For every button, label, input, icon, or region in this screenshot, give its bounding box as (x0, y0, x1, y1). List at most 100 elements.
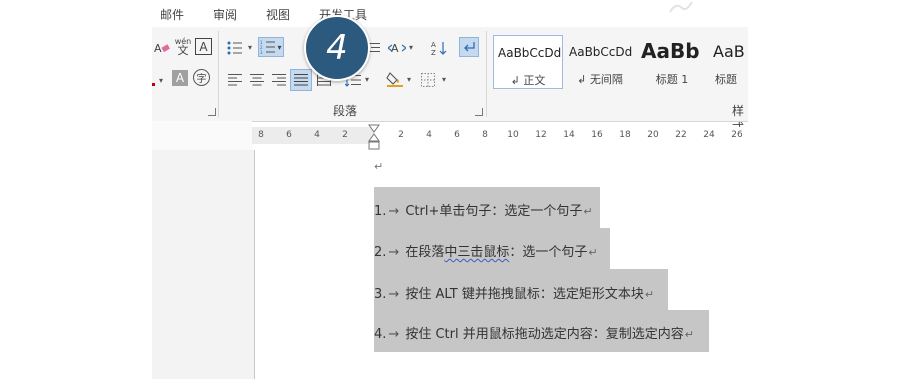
enclose-characters-icon[interactable]: 字 (193, 69, 210, 86)
ruler-tick-label: 14 (563, 130, 575, 140)
grammar-squiggle-text: 中三击鼠标 (444, 245, 510, 260)
paragraph-mark: ↵ (644, 288, 655, 301)
shading-bucket-icon[interactable] (385, 69, 405, 89)
tab-view[interactable]: 视图 (266, 6, 290, 23)
paragraph-mark: ↵ (684, 328, 694, 341)
numbering-dropdown-icon[interactable]: ▾ (277, 43, 281, 52)
enclose-label: 字 (196, 74, 207, 85)
svg-text:3: 3 (260, 50, 263, 54)
paragraph-mark: ↵ (588, 246, 598, 259)
borders-dropdown-icon[interactable]: ▾ (442, 75, 446, 84)
style-name: ↲ 无间隔 (577, 73, 623, 86)
list-item[interactable]: 2. → 在段落中三击鼠标：选一个句子↵ (374, 241, 598, 260)
svg-text:Z: Z (431, 49, 436, 56)
list-number: 2. (374, 245, 387, 260)
ruler-corner (152, 121, 252, 151)
align-right-icon[interactable] (269, 70, 289, 90)
clear-formatting-icon[interactable]: A (152, 38, 172, 58)
list-number: 1. (374, 204, 387, 219)
svg-text:A: A (154, 42, 162, 55)
ruler-tick-label: 6 (286, 130, 292, 140)
step-number-badge: 4 (304, 15, 370, 81)
list-item[interactable]: 4. → 按住 Ctrl 并用鼠标拖动选定内容：复制选定内容↵ (374, 323, 694, 342)
line-spacing-dropdown-icon[interactable]: ▾ (365, 75, 369, 84)
borders-icon[interactable] (418, 70, 438, 90)
bullets-icon[interactable] (225, 38, 245, 58)
style-sample: AaBbCcDd (569, 45, 633, 59)
style-name: 标题 1 (655, 73, 689, 86)
ruler-tick-label: 8 (258, 130, 264, 140)
show-formatting-marks-icon[interactable] (459, 37, 479, 57)
ruler-tick-label: 8 (482, 130, 488, 140)
style-no-spacing[interactable]: AaBbCcDd ↲ 无间隔 (565, 35, 635, 89)
paragraph-dialog-launcher-icon[interactable] (475, 108, 483, 116)
step-number-label: 4 (326, 28, 348, 68)
list-item-text: 按住 ALT 键并拖拽鼠标：选定矩形文本块 (405, 287, 644, 302)
style-heading-1[interactable]: AaBb 标题 1 (637, 35, 707, 89)
indent-marker-icon[interactable] (368, 124, 380, 150)
chinese-layout-dropdown-icon[interactable]: ▾ (409, 43, 413, 52)
empty-paragraph-mark: ↵ (374, 160, 384, 173)
style-sample: AaBb (641, 39, 700, 63)
list-item-text: 按住 Ctrl 并用鼠标拖动选定内容：复制选定内容 (405, 327, 684, 342)
ruler-tick-label: 2 (398, 130, 404, 140)
tab-review[interactable]: 审阅 (213, 6, 237, 23)
ruler-tick-label: 26 (731, 130, 743, 140)
page-margin-area (152, 150, 255, 379)
watermark-icon (669, 1, 693, 13)
tab-arrow-mark: → (388, 245, 400, 260)
char-shading-label: A (175, 71, 185, 85)
list-number: 3. (374, 287, 387, 302)
chinese-layout-icon[interactable]: A (387, 38, 407, 58)
tab-mailings[interactable]: 邮件 (160, 6, 184, 23)
ruler-tick-label: 20 (647, 130, 659, 140)
style-name: 标题 (715, 73, 737, 86)
paragraph-group-label: 段落 (333, 104, 358, 118)
style-sample: AaB (713, 42, 745, 61)
justify-icon[interactable] (290, 69, 312, 91)
svg-text:A: A (431, 41, 436, 49)
ribbon-body: A wén 文 A ▾ A 字 ▾ 123 ▾ A ▾ AZ ▾ ▾ ▾ 段落 … (152, 27, 748, 135)
ruler-tick-label: 6 (454, 130, 460, 140)
styles-gallery: AaBbCcDd ↲ 正文 AaBbCcDd ↲ 无间隔 AaBb 标题 1 A… (493, 35, 748, 91)
ruler-tick-label: 24 (703, 130, 715, 140)
paragraph-mark: ↵ (583, 205, 593, 218)
character-shading-icon[interactable]: A (172, 70, 188, 86)
font-color-dropdown-icon[interactable]: ▾ (159, 76, 163, 85)
style-sample: AaBbCcDd (498, 46, 562, 60)
sort-icon[interactable]: AZ (429, 38, 449, 58)
numbering-icon[interactable]: 123 ▾ (258, 37, 284, 57)
horizontal-ruler[interactable]: 8 6 4 2 2 4 6 8 10 12 14 16 18 20 22 24 … (252, 127, 748, 144)
ruler-tick-label: 18 (619, 130, 631, 140)
ruler-tick-label: 12 (535, 130, 547, 140)
ribbon-tab-bar: 邮件 审阅 视图 开发工具 (152, 0, 748, 28)
ruler-tick-label: 4 (426, 130, 432, 140)
style-normal[interactable]: AaBbCcDd ↲ 正文 (493, 35, 563, 89)
align-left-icon[interactable] (225, 70, 245, 90)
group-separator (486, 31, 487, 117)
char-border-label: A (199, 39, 208, 54)
style-name: ↲ 正文 (510, 74, 546, 87)
list-item-text: 在段落 (405, 245, 445, 260)
phonetic-char-label: 文 (177, 44, 189, 57)
tab-arrow-mark: → (388, 287, 400, 302)
list-item[interactable]: 3. → 按住 ALT 键并拖拽鼠标：选定矩形文本块↵ (374, 283, 654, 302)
align-center-icon[interactable] (247, 70, 267, 90)
tab-arrow-mark: → (388, 327, 400, 342)
ruler-tick-label: 22 (675, 130, 687, 140)
font-dialog-launcher-icon[interactable] (208, 108, 216, 116)
tab-arrow-mark: → (388, 204, 400, 219)
ruler-tick-label: 10 (507, 130, 519, 140)
group-separator (218, 31, 219, 117)
ruler-tick-label: 2 (342, 130, 348, 140)
character-border-icon[interactable]: A (195, 38, 212, 55)
bullets-dropdown-icon[interactable]: ▾ (248, 43, 252, 52)
ruler-tick-label: 16 (591, 130, 603, 140)
style-title[interactable]: AaB 标题 (709, 35, 748, 89)
ruler-tick-label: 4 (314, 130, 320, 140)
list-item[interactable]: 1. → Ctrl+单击句子：选定一个句子↵ (374, 200, 593, 219)
list-number: 4. (374, 327, 387, 342)
list-item-text: ：选一个句子 (509, 245, 588, 260)
phonetic-guide-icon[interactable]: wén 文 (173, 36, 193, 56)
shading-dropdown-icon[interactable]: ▾ (407, 75, 411, 84)
